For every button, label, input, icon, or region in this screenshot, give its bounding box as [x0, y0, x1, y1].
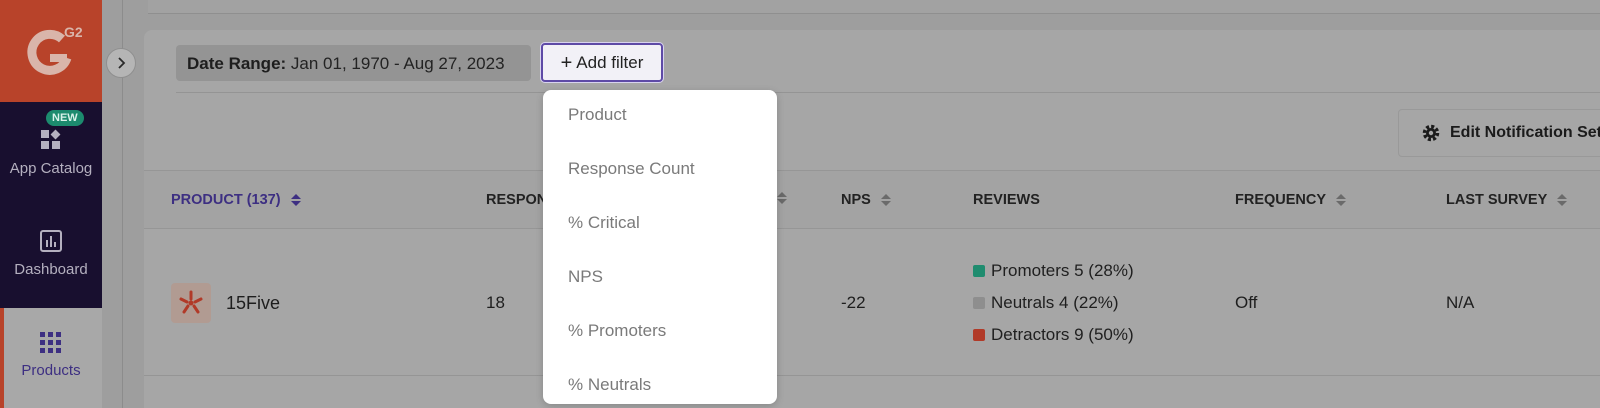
top-card — [148, 0, 1600, 14]
review-label: Neutrals 4 (22%) — [991, 293, 1119, 312]
date-range-value: Jan 01, 1970 - Aug 27, 2023 — [290, 54, 505, 73]
date-range-chip[interactable]: Date Range: Jan 01, 1970 - Aug 27, 2023 — [176, 45, 531, 81]
column-label: PRODUCT (137) — [171, 192, 281, 208]
column-header-reviews: REVIEWS — [973, 192, 1040, 208]
promoters-swatch — [973, 265, 985, 277]
column-header-last-survey[interactable]: LAST SURVEY — [1446, 192, 1568, 208]
g2-logo-icon: G2 — [27, 24, 82, 75]
product-logo — [171, 283, 211, 323]
sort-icon — [1557, 194, 1568, 206]
dropdown-option-critical[interactable]: % Critical — [568, 213, 640, 233]
gear-icon — [1422, 124, 1440, 142]
product-name[interactable]: 15Five — [226, 293, 280, 314]
dropdown-option-response-count[interactable]: Response Count — [568, 159, 695, 179]
sidebar-item-app-catalog[interactable]: App Catalog — [0, 128, 102, 177]
sidebar: G2 NEW App Catalog Dashboard Products — [0, 0, 102, 408]
column-header-frequency[interactable]: FREQUENCY — [1235, 192, 1347, 208]
g2-logo-text: G2 — [64, 24, 82, 40]
sidebar-item-label: App Catalog — [9, 160, 93, 177]
sidebar-item-dashboard[interactable]: Dashboard — [0, 229, 102, 278]
filter-dropdown-menu: Product Response Count % Critical NPS % … — [543, 90, 777, 404]
sort-icon — [1336, 194, 1347, 206]
sort-icon — [880, 194, 891, 206]
sort-icon — [777, 192, 787, 204]
chevron-right-icon — [118, 57, 126, 69]
15five-logo-icon — [179, 290, 203, 314]
dashboard-icon — [40, 230, 62, 252]
sidebar-item-label: Dashboard — [14, 261, 88, 278]
column-label: NPS — [841, 192, 871, 208]
frequency-value: Off — [1235, 293, 1258, 312]
app-catalog-icon — [41, 129, 61, 149]
sort-icon — [290, 194, 301, 206]
column-header-responses[interactable]: RESPON — [486, 192, 547, 208]
add-filter-label: Add filter — [576, 52, 644, 72]
sidebar-item-products[interactable]: Products — [0, 332, 102, 379]
review-detractors: Detractors 9 (50%) — [973, 325, 1134, 345]
column-label: RESPON — [486, 192, 548, 208]
sidebar-toggle-button[interactable] — [106, 48, 136, 78]
grid-icon — [40, 332, 61, 353]
plus-icon: + — [560, 51, 573, 74]
g2-logo[interactable]: G2 — [0, 0, 102, 102]
sidebar-item-label: Products — [21, 362, 81, 379]
edit-notification-settings-button[interactable]: Edit Notification Set — [1398, 109, 1600, 157]
response-count: 18 — [486, 293, 505, 312]
dropdown-option-promoters[interactable]: % Promoters — [568, 321, 666, 341]
table-row[interactable] — [144, 230, 1600, 376]
divider — [176, 92, 1600, 93]
column-sort-hidden[interactable] — [777, 192, 787, 204]
neutrals-swatch — [973, 297, 985, 309]
review-neutrals: Neutrals 4 (22%) — [973, 293, 1119, 313]
review-label: Promoters 5 (28%) — [991, 261, 1134, 280]
column-label: LAST SURVEY — [1446, 192, 1548, 208]
nps-value: -22 — [841, 293, 866, 312]
column-label: FREQUENCY — [1235, 192, 1327, 208]
add-filter-button[interactable]: + Add filter — [541, 43, 663, 82]
last-survey-value: N/A — [1446, 293, 1475, 312]
new-badge: NEW — [46, 110, 84, 126]
column-label: REVIEWS — [973, 192, 1040, 208]
column-header-nps[interactable]: NPS — [841, 192, 891, 208]
dropdown-option-nps[interactable]: NPS — [568, 267, 603, 287]
review-label: Detractors 9 (50%) — [991, 325, 1134, 344]
dropdown-option-neutrals[interactable]: % Neutrals — [568, 375, 651, 395]
date-range-label: Date Range: — [187, 54, 287, 73]
column-header-product[interactable]: PRODUCT (137) — [171, 192, 301, 208]
review-promoters: Promoters 5 (28%) — [973, 261, 1134, 281]
detractors-swatch — [973, 329, 985, 341]
dropdown-option-product[interactable]: Product — [568, 105, 627, 125]
edit-notification-label: Edit Notification Set — [1450, 124, 1600, 141]
